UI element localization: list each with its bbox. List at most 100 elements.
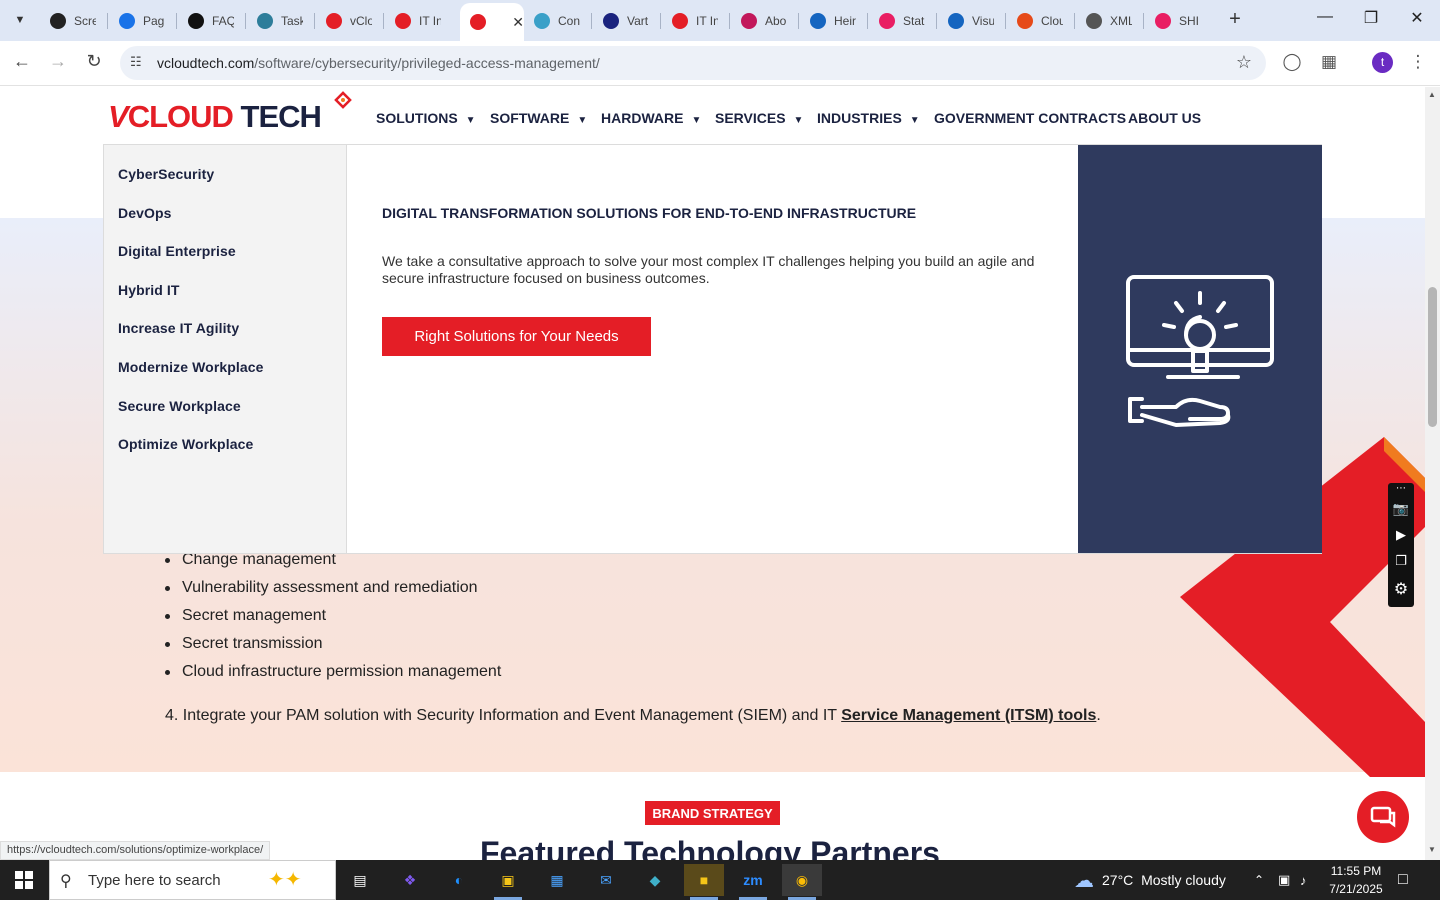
list-item: Secret management <box>165 607 326 625</box>
tab-1[interactable]: Scre <box>40 5 106 36</box>
tab-15[interactable]: Clou <box>1007 5 1073 36</box>
url-text[interactable]: vcloudtech.com/software/cybersecurity/pr… <box>157 55 600 71</box>
system-clock[interactable]: 11:55 PM 7/21/2025 <box>1322 862 1390 898</box>
tab-13[interactable]: Stat <box>869 5 935 36</box>
nav-software[interactable]: SOFTWARE ▼ <box>490 110 587 126</box>
mega-menu-item[interactable]: Hybrid IT <box>118 282 180 298</box>
address-bar[interactable]: ☷ vcloudtech.com/software/cybersecurity/… <box>120 46 1266 80</box>
back-icon[interactable]: ← <box>10 51 34 72</box>
zoom-icon[interactable]: zm <box>733 864 773 900</box>
tab-separator <box>1143 13 1144 29</box>
app-diamond-icon[interactable]: ◆ <box>635 864 675 896</box>
tab-3[interactable]: FAQ <box>178 5 244 36</box>
nav-about-us[interactable]: ABOUT US <box>1128 110 1201 126</box>
bullet-dot <box>165 558 170 563</box>
tab-11[interactable]: Abo <box>731 5 797 36</box>
list-item-text: Secret transmission <box>182 635 323 652</box>
page-scrollbar[interactable]: ▲ ▼ <box>1425 87 1440 860</box>
tray-chevron-icon[interactable]: ⌃ <box>1254 860 1264 900</box>
tab-17[interactable]: SHI <box>1145 5 1211 36</box>
start-button[interactable] <box>0 860 48 900</box>
scale-icon <box>810 12 826 29</box>
cloud-icon <box>1017 12 1033 29</box>
itsm-tools-link[interactable]: Service Management (ITSM) tools <box>841 707 1096 724</box>
reload-icon[interactable]: ↻ <box>82 51 106 72</box>
tab-6[interactable]: IT In <box>385 5 451 36</box>
mega-menu-item[interactable]: Digital Enterprise <box>118 243 236 259</box>
notification-icon[interactable]: □ <box>1398 860 1408 900</box>
tab-16[interactable]: XML <box>1076 5 1142 36</box>
nav-solutions[interactable]: SOLUTIONS ▼ <box>376 110 476 126</box>
profile-avatar[interactable]: t <box>1372 52 1393 73</box>
close-tab-icon[interactable]: ✕ <box>512 14 524 31</box>
tab-14[interactable]: Visu <box>938 5 1004 36</box>
tab-5[interactable]: vClo <box>316 5 382 36</box>
tab-8[interactable]: Con <box>524 5 590 36</box>
mega-menu-item[interactable]: CyberSecurity <box>118 166 214 182</box>
tab-label: Clou <box>1041 13 1063 28</box>
right-solutions-button[interactable]: Right Solutions for Your Needs <box>382 317 651 356</box>
volume-icon[interactable]: ♪ <box>1300 860 1307 900</box>
edge-icon[interactable]: ◐ <box>439 864 479 896</box>
nav-label: HARDWARE <box>601 110 684 126</box>
nav-government-contracts[interactable]: GOVERNMENT CONTRACTS <box>934 110 1126 126</box>
mail-icon[interactable]: ✉ <box>586 864 626 896</box>
new-tab-button[interactable]: + <box>1224 8 1246 31</box>
file-explorer-icon[interactable]: ▣ <box>488 864 528 900</box>
nav-hardware[interactable]: HARDWARE ▼ <box>601 110 701 126</box>
nav-services[interactable]: SERVICES ▼ <box>715 110 803 126</box>
browser-tab-strip: ▼ Scre Pag FAQ Task vClo IT In ✕ Con Vart IT In Ab… <box>0 0 1440 41</box>
site-info-icon[interactable]: ☷ <box>130 54 142 70</box>
mega-menu-item[interactable]: Secure Workplace <box>118 398 241 414</box>
vcloud-tech-logo[interactable]: VCLOUD TECH <box>108 99 322 135</box>
tab-search-icon[interactable]: ▼ <box>6 7 34 33</box>
status-bar-url: https://vcloudtech.com/solutions/optimiz… <box>0 841 271 860</box>
mega-menu-item[interactable]: Increase IT Agility <box>118 320 239 336</box>
sticky-notes-icon[interactable]: ■ <box>684 864 724 900</box>
scroll-thumb[interactable] <box>1428 287 1437 427</box>
tab-label: FAQ <box>212 13 234 28</box>
translate-icon[interactable]: ◯ <box>1281 52 1303 72</box>
forward-icon[interactable]: → <box>46 51 70 72</box>
nav-industries[interactable]: INDUSTRIES ▼ <box>817 110 920 126</box>
video-icon[interactable]: ▶ <box>1388 527 1414 543</box>
caret-down-icon: ▼ <box>465 115 476 126</box>
mega-menu-sidebar: CyberSecurity DevOps Digital Enterprise Hyb… <box>104 145 347 553</box>
task-view-icon[interactable]: ▤ <box>340 864 380 896</box>
camera-icon[interactable]: 📷 <box>1388 501 1414 517</box>
tab-10[interactable]: IT In <box>662 5 728 36</box>
tab-9[interactable]: Vart <box>593 5 659 36</box>
tab-4[interactable]: Task <box>247 5 313 36</box>
copilot-icon[interactable]: ❖ <box>390 864 430 896</box>
weather-widget[interactable]: ☁ 27°C Mostly cloudy <box>1074 860 1226 900</box>
weather-text: Mostly cloudy <box>1141 872 1226 888</box>
tab-separator <box>729 13 730 29</box>
tab-2[interactable]: Pag <box>109 5 175 36</box>
mega-menu-item[interactable]: Modernize Workplace <box>118 359 264 375</box>
chrome-menu-icon[interactable]: ⋮ <box>1407 52 1429 72</box>
store-icon[interactable]: ▦ <box>537 864 577 896</box>
search-icon: ⚲ <box>60 873 72 890</box>
taskbar-search-box[interactable]: ⚲ Type here to search ✦✦ <box>49 860 336 900</box>
maximize-icon[interactable]: ❐ <box>1356 8 1386 28</box>
tab-separator <box>798 13 799 29</box>
mega-menu-item[interactable]: DevOps <box>118 205 172 221</box>
minimize-icon[interactable]: — <box>1310 8 1340 26</box>
chat-button[interactable] <box>1357 791 1409 843</box>
brand-strategy-badge: BRAND STRATEGY <box>645 801 780 825</box>
mega-menu-item[interactable]: Optimize Workplace <box>118 436 253 452</box>
close-window-icon[interactable]: ✕ <box>1402 8 1432 28</box>
copy-icon[interactable]: ❐ <box>1388 553 1414 569</box>
tab-7[interactable]: ✕ <box>460 3 524 41</box>
shi-icon <box>1155 12 1171 29</box>
settings-gear-icon[interactable]: ⚙ <box>1388 579 1414 599</box>
tab-12[interactable]: Heir <box>800 5 866 36</box>
extensions-icon[interactable]: ▦ <box>1318 52 1340 72</box>
bookmark-star-icon[interactable]: ☆ <box>1236 52 1252 73</box>
chrome-icon[interactable]: ◉ <box>782 864 822 900</box>
tool-options-icon[interactable]: ⋯ <box>1388 483 1414 494</box>
mega-menu-title: DIGITAL TRANSFORMATION SOLUTIONS FOR END… <box>382 205 917 221</box>
scroll-down-icon[interactable]: ▼ <box>1428 845 1436 854</box>
network-icon[interactable]: ▣ <box>1278 860 1290 900</box>
scroll-up-icon[interactable]: ▲ <box>1428 90 1436 99</box>
